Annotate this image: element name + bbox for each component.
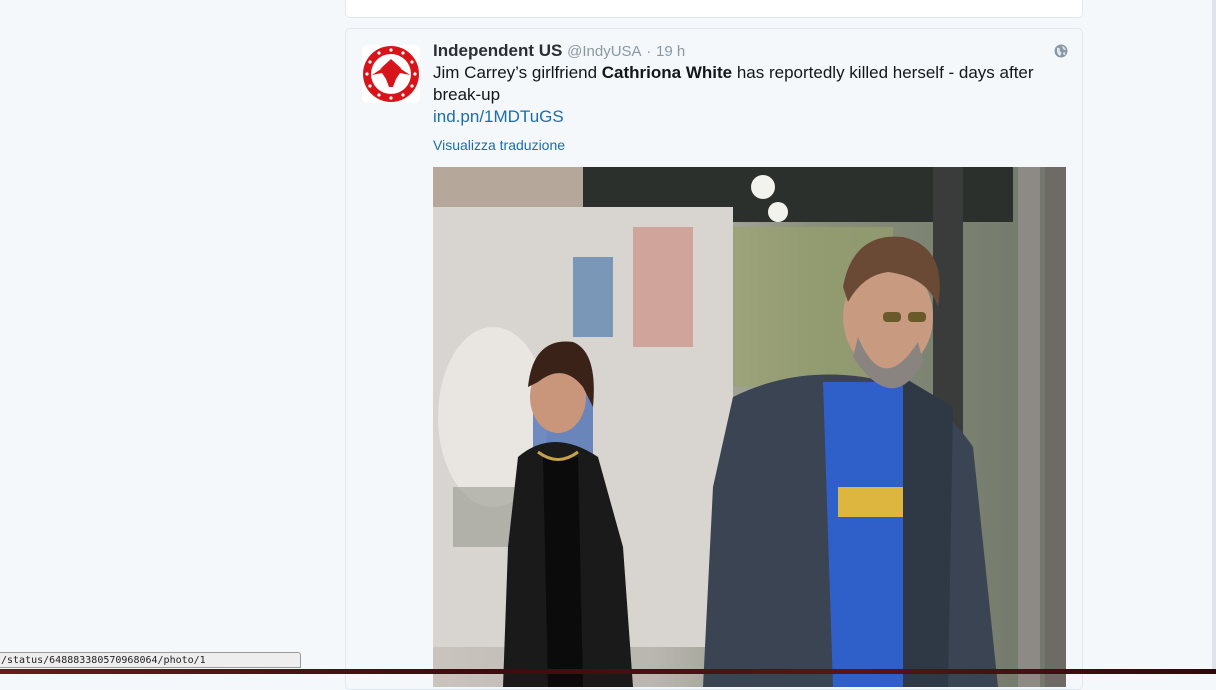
globe-icon[interactable] (1054, 44, 1068, 58)
tweet-link[interactable]: ind.pn/1MDTuGS (433, 106, 1073, 128)
translate-link[interactable]: Visualizza traduzione (433, 137, 565, 153)
tweet-text-bold: Cathriona White (601, 63, 733, 82)
independent-eagle-logo-icon (363, 46, 419, 102)
tweet-text: Jim Carrey’s girlfriend Cathriona White … (433, 62, 1073, 128)
browser-status-bar: /status/648883380570968064/photo/1 (0, 652, 301, 668)
scrollbar-track[interactable] (1212, 0, 1216, 674)
author-handle[interactable]: @IndyUSA (567, 43, 641, 60)
photo-image (433, 167, 1066, 687)
tweet-timestamp[interactable]: 19 h (656, 43, 685, 60)
taskbar-edge (0, 669, 1216, 674)
author-avatar[interactable] (362, 45, 420, 103)
previous-tweet-card (345, 0, 1083, 18)
tweet-header: Independent US @IndyUSA · 19 h (433, 41, 685, 61)
tweet-text-part: Jim Carrey’s girlfriend (433, 63, 602, 82)
tweet-card[interactable]: Independent US @IndyUSA · 19 h Jim Carre… (345, 28, 1083, 690)
tweet-photo[interactable] (433, 167, 1066, 687)
author-name[interactable]: Independent US (433, 41, 562, 60)
separator-dot: · (646, 43, 652, 60)
